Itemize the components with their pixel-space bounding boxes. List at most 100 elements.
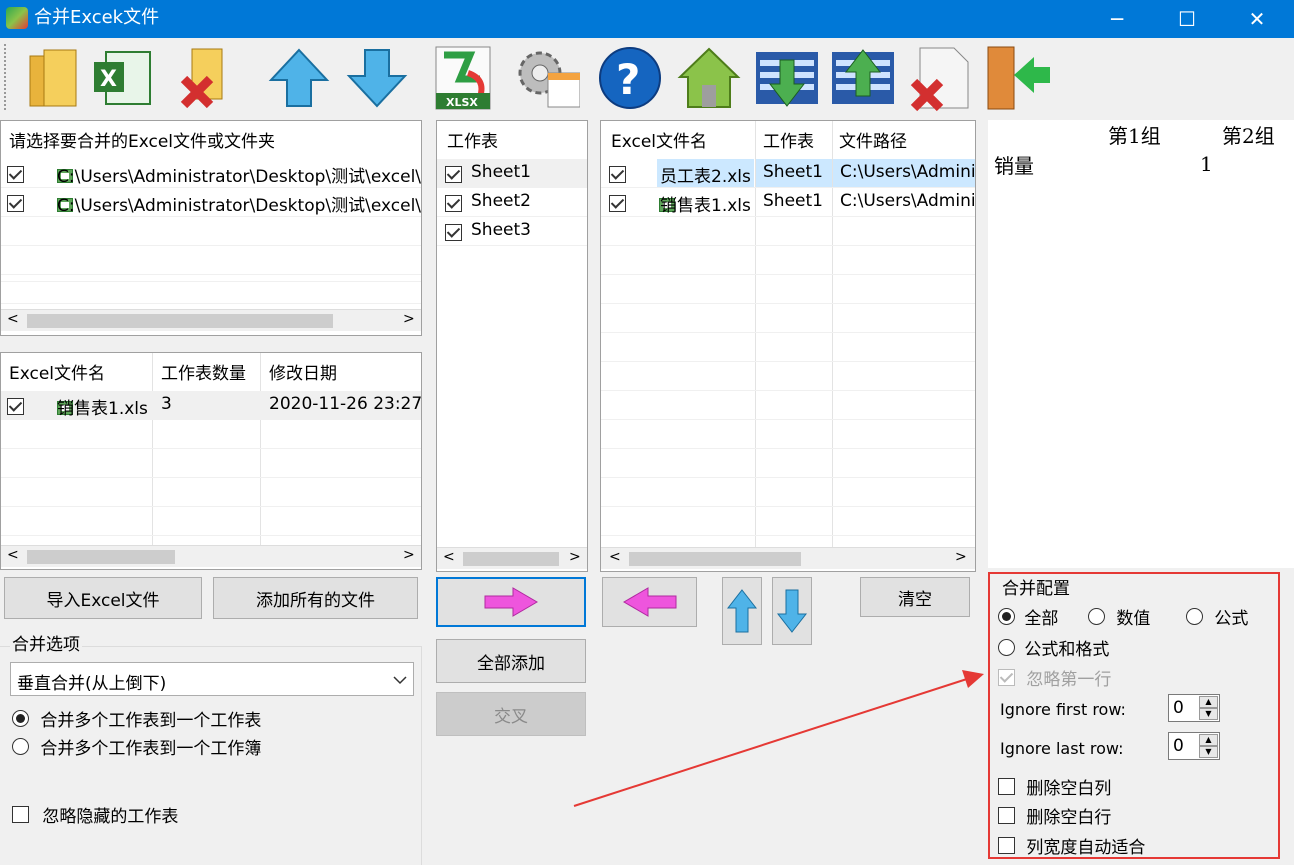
open-folder-icon[interactable]	[20, 44, 86, 112]
delete-blank-rows-checkbox[interactable]: 删除空白行	[998, 803, 1111, 828]
horizontal-scrollbar[interactable]: < >	[601, 547, 975, 569]
stepper-down-icon[interactable]: ▼	[1199, 746, 1218, 758]
stepper-value[interactable]: 0	[1173, 736, 1184, 756]
sheet-checkbox[interactable]	[445, 194, 462, 212]
xlsx-export-icon[interactable]: XLSX	[430, 44, 496, 112]
radio-button[interactable]	[1088, 608, 1105, 625]
exit-door-icon[interactable]	[984, 44, 1050, 112]
stepper-up-icon[interactable]: ▲	[1199, 696, 1218, 708]
ignore-first-row-stepper[interactable]: 0 ▲ ▼	[1168, 694, 1220, 722]
checkbox[interactable]	[998, 807, 1015, 824]
checkbox[interactable]	[998, 669, 1015, 686]
scroll-left-icon[interactable]: <	[7, 311, 19, 327]
sheet-item[interactable]: Sheet1	[437, 159, 587, 188]
settings-icon[interactable]	[514, 44, 580, 112]
row-checkbox[interactable]	[7, 397, 24, 415]
ignore-last-row-stepper[interactable]: 0 ▲ ▼	[1168, 732, 1220, 760]
table-row[interactable]: 销售表1.xls 3 2020-11-26 23:27:	[1, 391, 421, 420]
add-all-button[interactable]: 全部添加	[436, 639, 586, 683]
scroll-right-icon[interactable]: >	[403, 547, 415, 563]
sheet-name: Sheet2	[471, 191, 531, 211]
radio-all[interactable]: 全部	[998, 604, 1058, 629]
scroll-thumb[interactable]	[463, 552, 559, 566]
radio-merge-to-workbook[interactable]: 合并多个工作表到一个工作簿	[12, 734, 261, 759]
column-header[interactable]: Excel文件名	[9, 363, 105, 385]
table-row[interactable]: 销售表1.xls Sheet1 C:\Users\Admini	[601, 188, 975, 217]
checkbox[interactable]	[998, 778, 1015, 795]
sheet-checkbox[interactable]	[445, 165, 462, 183]
title-bar: 合并Excek文件 ─ ☐ ✕	[0, 0, 1294, 38]
stepper-down-icon[interactable]: ▼	[1199, 708, 1218, 720]
source-row[interactable]: C:\Users\Administrator\Desktop\测试\excel\…	[1, 159, 421, 188]
stepper-value[interactable]: 0	[1173, 698, 1184, 718]
scroll-left-icon[interactable]: <	[443, 549, 455, 565]
sheet-item[interactable]: Sheet2	[437, 188, 587, 217]
radio-merge-to-sheet[interactable]: 合并多个工作表到一个工作表	[12, 706, 261, 731]
column-header[interactable]: Excel文件名	[611, 131, 707, 153]
scroll-thumb[interactable]	[629, 552, 801, 566]
table-row[interactable]: 员工表2.xls Sheet1 C:\Users\Admini	[601, 159, 975, 188]
minimize-button[interactable]: ─	[1082, 0, 1152, 38]
checkbox[interactable]	[12, 806, 29, 823]
source-row[interactable]: C:\Users\Administrator\Desktop\测试\excel\…	[1, 188, 421, 217]
radio-button[interactable]	[998, 608, 1015, 625]
radio-button[interactable]	[1186, 608, 1203, 625]
column-header[interactable]: 工作表	[763, 131, 814, 153]
checkbox-label: 删除空白行	[1026, 808, 1112, 828]
sheet-checkbox[interactable]	[445, 223, 462, 241]
autofit-column-width-checkbox[interactable]: 列宽度自动适合	[998, 833, 1145, 858]
merge-mode-select[interactable]: 垂直合并(从上倒下)	[10, 662, 414, 696]
add-right-button[interactable]	[436, 577, 586, 627]
delete-blank-cols-checkbox[interactable]: 删除空白列	[998, 774, 1111, 799]
radio-value[interactable]: 数值	[1088, 604, 1150, 629]
cross-button[interactable]: 交叉	[436, 692, 586, 736]
source-row-checkbox[interactable]	[7, 194, 24, 212]
import-list-icon[interactable]	[752, 44, 818, 112]
sheet-item[interactable]: Sheet3	[437, 217, 587, 246]
move-down-button[interactable]	[772, 577, 812, 645]
source-row-checkbox[interactable]	[7, 165, 24, 183]
clear-button[interactable]: 清空	[860, 577, 970, 617]
move-up-button[interactable]	[722, 577, 762, 645]
horizontal-scrollbar[interactable]: < >	[1, 545, 421, 567]
ignore-first-line-checkbox[interactable]: 忽略第一行	[998, 665, 1111, 690]
scroll-thumb[interactable]	[27, 550, 175, 564]
scroll-right-icon[interactable]: >	[403, 311, 415, 327]
scroll-left-icon[interactable]: <	[7, 547, 19, 563]
ignore-hidden-checkbox[interactable]: 忽略隐藏的工作表	[12, 802, 178, 827]
arrow-left-icon	[622, 587, 676, 617]
home-icon[interactable]	[676, 44, 742, 112]
import-excel-button[interactable]: 导入Excel文件	[4, 577, 202, 619]
column-header[interactable]: 文件路径	[839, 131, 907, 153]
close-button[interactable]: ✕	[1222, 0, 1292, 38]
row-checkbox[interactable]	[609, 194, 626, 212]
radio-button[interactable]	[12, 738, 29, 755]
horizontal-scrollbar[interactable]: < >	[437, 547, 587, 569]
move-up-icon[interactable]	[266, 44, 332, 112]
radio-formula-format[interactable]: 公式和格式	[998, 635, 1109, 660]
remove-folder-icon[interactable]	[172, 44, 238, 112]
scroll-right-icon[interactable]: >	[569, 549, 581, 565]
export-list-icon[interactable]	[828, 44, 894, 112]
move-down-icon[interactable]	[344, 44, 410, 112]
sheet-name: Sheet3	[471, 220, 531, 240]
remove-left-button[interactable]	[602, 577, 697, 627]
arrow-up-icon	[726, 589, 758, 633]
excel-file-icon[interactable]: X	[88, 44, 154, 112]
delete-file-icon[interactable]	[906, 44, 972, 112]
radio-button[interactable]	[998, 639, 1015, 656]
row-checkbox[interactable]	[609, 165, 626, 183]
help-icon[interactable]: ?	[596, 44, 662, 112]
scroll-right-icon[interactable]: >	[955, 549, 967, 565]
horizontal-scrollbar[interactable]: < >	[1, 309, 421, 331]
add-all-files-button[interactable]: 添加所有的文件	[213, 577, 418, 619]
stepper-up-icon[interactable]: ▲	[1199, 734, 1218, 746]
radio-formula[interactable]: 公式	[1186, 604, 1248, 629]
checkbox[interactable]	[998, 837, 1015, 854]
maximize-button[interactable]: ☐	[1152, 0, 1222, 38]
column-header[interactable]: 工作表数量	[161, 363, 246, 385]
column-header[interactable]: 修改日期	[269, 363, 337, 385]
radio-button[interactable]	[12, 710, 29, 727]
scroll-left-icon[interactable]: <	[609, 549, 621, 565]
scroll-thumb[interactable]	[27, 314, 333, 328]
